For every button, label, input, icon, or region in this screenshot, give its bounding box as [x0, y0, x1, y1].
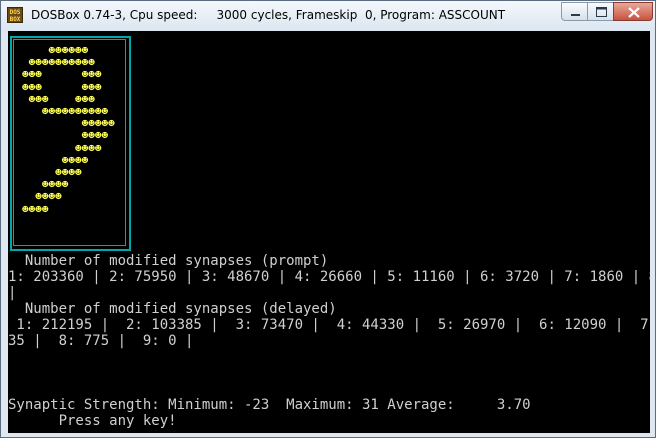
delayed-counts-line-2: 35 | 8: 775 | 9: 0 |: [8, 333, 194, 349]
window-title: DOSBox 0.74-3, Cpu speed: 3000 cycles, F…: [31, 8, 506, 22]
close-icon: [628, 7, 640, 18]
title-bar[interactable]: DOS BOX DOSBox 0.74-3, Cpu speed: 3000 c…: [1, 1, 655, 31]
prompt-counts-line-2: |: [8, 285, 17, 301]
delayed-counts-line-1: 1: 212195 | 2: 103385 | 3: 73470 | 4: 44…: [8, 317, 650, 333]
close-button[interactable]: [613, 2, 653, 21]
maximize-icon: [596, 7, 607, 17]
press-any-key-prompt: Press any key!: [8, 413, 177, 429]
maximize-button[interactable]: [587, 2, 614, 21]
synaptic-strength-line: Synaptic Strength: Minimum: -23 Maximum:…: [8, 397, 531, 413]
dosbox-window: DOS BOX DOSBox 0.74-3, Cpu speed: 3000 c…: [0, 0, 656, 438]
prompt-header: Number of modified synapses (prompt): [8, 253, 329, 269]
delayed-header: Number of modified synapses (delayed): [8, 301, 337, 317]
dos-screen[interactable]: ☻☻☻☻☻☻ ☻☻☻☻☻☻☻☻☻☻ ☻☻☻ ☻☻☻ ☻☻☻ ☻☻☻ ☻☻☻ ☻☻…: [8, 31, 650, 433]
dosbox-app-icon[interactable]: DOS BOX: [7, 7, 23, 23]
prompt-counts-line-1: 1: 203360 | 2: 75950 | 3: 48670 | 4: 266…: [8, 269, 650, 285]
minimize-icon: [571, 14, 580, 16]
digit-ascii-art: ☻☻☻☻☻☻ ☻☻☻☻☻☻☻☻☻☻ ☻☻☻ ☻☻☻ ☻☻☻ ☻☻☻ ☻☻☻ ☻☻…: [22, 44, 115, 216]
minimize-button[interactable]: [561, 2, 588, 21]
